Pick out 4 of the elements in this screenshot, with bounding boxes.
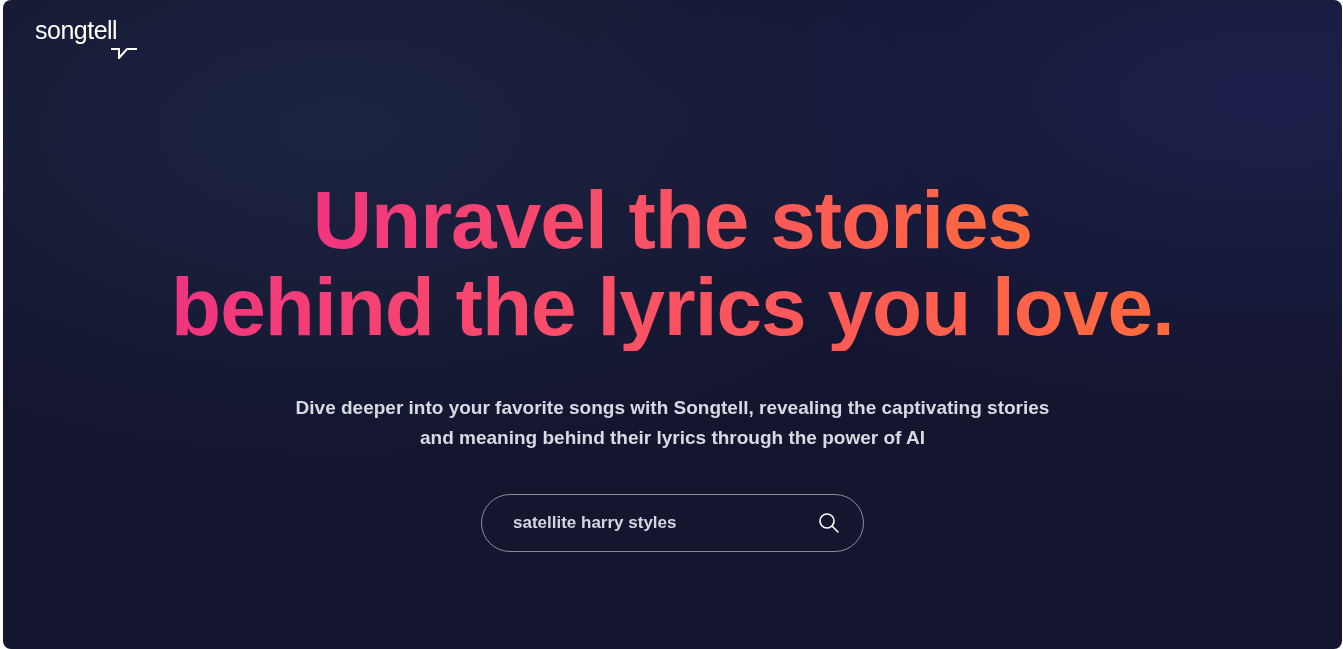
search-icon[interactable] — [818, 511, 840, 534]
hero-description: Dive deeper into your favorite songs with Songtell, revealing the captivating stories and meaning behind their lyrics through the power of AI — [294, 395, 1051, 451]
logo-text[interactable]: songtell — [35, 16, 118, 44]
search-field[interactable]: satellite harry styles — [481, 493, 864, 552]
